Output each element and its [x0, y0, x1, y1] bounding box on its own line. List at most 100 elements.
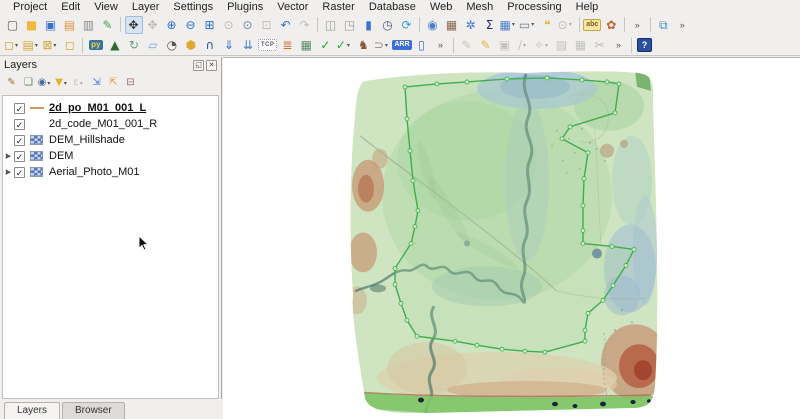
select-by-value-icon[interactable]: ▤▾	[23, 36, 41, 54]
dropdown-arrow-icon[interactable]: ▾	[569, 21, 575, 28]
dock-tab-browser[interactable]: Browser	[62, 402, 125, 419]
dropdown-arrow-icon[interactable]: ▾	[545, 42, 551, 49]
layer-visibility-checkbox[interactable]: ✓	[14, 167, 25, 178]
dropdown-arrow-icon[interactable]: ▾	[35, 42, 41, 49]
data-download-plugin-icon[interactable]: ⇓	[220, 36, 238, 54]
zoom-out-icon[interactable]: ⊖	[182, 16, 200, 34]
menu-processing[interactable]: Processing	[500, 0, 568, 14]
layer-row-DEM[interactable]: ▶✓DEM	[3, 148, 218, 164]
wildlife-plugin-icon[interactable]: ♞	[354, 36, 372, 54]
zoom-to-layer-icon[interactable]: ⊙	[239, 16, 257, 34]
zoom-to-selection-icon[interactable]: ⊙	[220, 16, 238, 34]
menu-project[interactable]: Project	[6, 0, 54, 14]
menu-settings[interactable]: Settings	[166, 0, 220, 14]
current-edits-icon[interactable]: ✎	[458, 36, 476, 54]
refresh-map-icon[interactable]: ⟳	[398, 16, 416, 34]
temporal-controller-icon[interactable]: ◷	[379, 16, 397, 34]
arr-plugin-icon[interactable]: ARR	[392, 36, 411, 54]
new-3d-map-view-icon[interactable]: ◳	[341, 16, 359, 34]
help-icon[interactable]: ?	[636, 36, 654, 54]
notes-plugin-icon[interactable]: ▯	[413, 36, 431, 54]
menu-layer[interactable]: Layer	[125, 0, 167, 14]
dropdown-arrow-icon[interactable]: ▾	[512, 21, 518, 28]
delete-selected-icon[interactable]: ▦	[572, 36, 590, 54]
filter-legend-icon[interactable]: ▼▾	[55, 75, 71, 91]
dock-tab-layers[interactable]: Layers	[4, 402, 60, 419]
layer-name-label[interactable]: DEM_Hillshade	[49, 134, 125, 146]
zoom-full-icon[interactable]: ⊞	[201, 16, 219, 34]
raster-terrain-plugin-icon[interactable]: ▲	[106, 36, 124, 54]
add-group-icon[interactable]: ❏	[21, 75, 37, 91]
save-project-icon[interactable]: ▣	[42, 16, 60, 34]
identify-features-icon[interactable]: ◉	[424, 16, 442, 34]
dropdown-arrow-icon[interactable]: ▾	[347, 42, 353, 49]
layout-manager-icon[interactable]: ▥	[80, 16, 98, 34]
processing-toolbox-icon[interactable]: ✲	[462, 16, 480, 34]
add-line-feature-icon[interactable]: ∕▾	[515, 36, 533, 54]
layer-row-2d_code_M01_001_R[interactable]: ✓2d_code_M01_001_R	[3, 116, 218, 132]
python-console-icon[interactable]: py	[87, 36, 105, 54]
style-manager-icon[interactable]: ✎	[99, 16, 117, 34]
menu-database[interactable]: Database	[362, 0, 423, 14]
expand-arrow-icon[interactable]: ▶	[3, 168, 14, 176]
statistics-panel-icon[interactable]: Σ	[481, 16, 499, 34]
menu-view[interactable]: View	[87, 0, 125, 14]
remove-layer-icon[interactable]: ⊟	[123, 75, 139, 91]
toolbar-overflow-icon[interactable]: »	[432, 36, 450, 54]
modify-attributes-icon[interactable]: ▨	[553, 36, 571, 54]
map-canvas[interactable]	[223, 57, 800, 419]
dropdown-arrow-icon[interactable]: ▾	[64, 80, 70, 87]
dropdown-arrow-icon[interactable]: ▾	[47, 80, 53, 87]
layer-visibility-checkbox[interactable]: ✓	[14, 135, 25, 146]
open-attribute-table-icon[interactable]: ▦	[443, 16, 461, 34]
dropdown-arrow-icon[interactable]: ▾	[523, 42, 529, 49]
pan-map-icon[interactable]: ✥	[125, 16, 143, 34]
layer-visibility-checkbox[interactable]: ✓	[14, 103, 25, 114]
collapse-all-icon[interactable]: ⇱	[106, 75, 122, 91]
tcp-connector-plugin-icon[interactable]: TCP	[258, 36, 278, 54]
new-map-view-icon[interactable]: ◫	[322, 16, 340, 34]
filter-by-expression-icon[interactable]: ε▾	[72, 75, 88, 91]
zoom-next-icon[interactable]: ↷	[296, 16, 314, 34]
topology-check-plugin-icon[interactable]: ✓▾	[335, 36, 353, 54]
layer-labeling-icon[interactable]: abc	[583, 16, 601, 34]
toggle-editing-icon[interactable]: ✎	[477, 36, 495, 54]
toolbar-overflow-icon[interactable]: »	[673, 16, 691, 34]
layer-row-DEM_Hillshade[interactable]: ✓ DEM_Hillshade	[3, 132, 218, 148]
layer-visibility-checkbox[interactable]: ✓	[14, 151, 25, 162]
import-layer-plugin-icon[interactable]: ⇊	[239, 36, 257, 54]
menu-raster[interactable]: Raster	[315, 0, 361, 14]
profile-plugin-icon[interactable]: ≣	[278, 36, 296, 54]
menu-edit[interactable]: Edit	[54, 0, 87, 14]
layer-diagram-icon[interactable]: ✿	[602, 16, 620, 34]
pan-to-selection-icon[interactable]: ✥	[144, 16, 162, 34]
show-bookmarks-icon[interactable]: ▮	[360, 16, 378, 34]
measure-icon[interactable]: ▭▾	[519, 16, 537, 34]
zoom-in-icon[interactable]: ⊕	[163, 16, 181, 34]
menu-plugins[interactable]: Plugins	[220, 0, 270, 14]
menu-help[interactable]: Help	[569, 0, 606, 14]
new-project-icon[interactable]: ▢	[4, 16, 22, 34]
zoom-last-icon[interactable]: ↶	[277, 16, 295, 34]
zoom-native-icon[interactable]: ⊡	[258, 16, 276, 34]
manage-map-themes-icon[interactable]: ◉▾	[38, 75, 54, 91]
menu-vector[interactable]: Vector	[270, 0, 315, 14]
new-print-layout-icon[interactable]: ▤	[61, 16, 79, 34]
expand-all-icon[interactable]: ⇲	[89, 75, 105, 91]
close-panel-icon[interactable]: ✕	[206, 60, 217, 71]
dropdown-arrow-icon[interactable]: ▾	[80, 80, 86, 87]
dropdown-arrow-icon[interactable]: ▾	[385, 42, 391, 49]
deselect-features-icon[interactable]: ⊠▾	[42, 36, 60, 54]
layer-row-Aerial_Photo_M01[interactable]: ▶✓Aerial_Photo_M01	[3, 164, 218, 180]
layer-row-2d_po_M01_001_L[interactable]: ✓2d_po_M01_001_L	[3, 100, 218, 116]
locator-search-icon[interactable]: ⊙▾	[557, 16, 575, 34]
azimuth-plugin-icon[interactable]: ◔	[163, 36, 181, 54]
float-panel-icon[interactable]: ◱	[193, 60, 204, 71]
select-by-location-icon[interactable]: ◻	[61, 36, 79, 54]
manage-layers-icon[interactable]: ⧉	[654, 16, 672, 34]
layer-name-label[interactable]: DEM	[49, 150, 73, 162]
map-swipe-plugin-icon[interactable]: ▱	[144, 36, 162, 54]
select-features-icon[interactable]: ◻▾	[4, 36, 22, 54]
layer-name-label[interactable]: 2d_code_M01_001_R	[49, 118, 157, 130]
vertex-tool-icon[interactable]: ✧▾	[534, 36, 552, 54]
